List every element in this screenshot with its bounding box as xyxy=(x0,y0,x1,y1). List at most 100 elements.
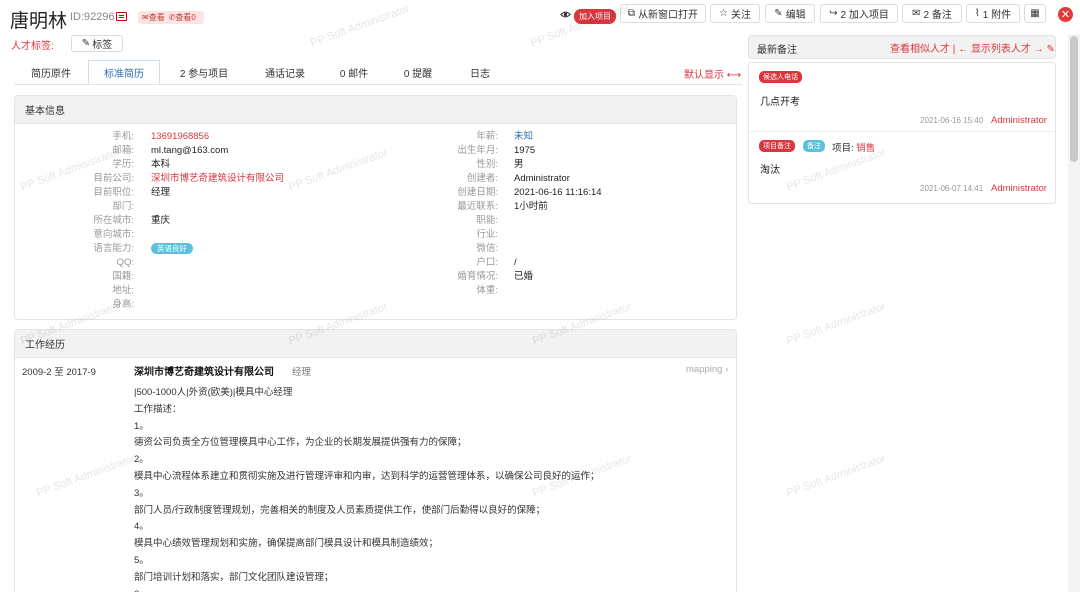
last-contact-value: 1小时前 xyxy=(514,201,548,212)
pencil-icon: ✎ xyxy=(774,8,783,19)
note-author[interactable]: Administrator xyxy=(991,183,1047,194)
open-new-window-button[interactable]: ⧉ 从新窗口打开 xyxy=(620,4,706,23)
grid-icon: ▦ xyxy=(1030,8,1040,19)
note-badge-phone: 候选人电话 xyxy=(759,71,802,83)
show-list-link[interactable]: 显示列表人才 xyxy=(971,44,1031,55)
phone-label: 手机: xyxy=(112,131,134,142)
tab-bar: 简历原件 标准简历 2 参与项目 通话记录 0 邮件 0 提醒 日志 xyxy=(14,60,510,84)
department-label: 部门: xyxy=(112,201,134,212)
desc-line: 部门人员/行政制度管理规划，完善相关的制度及人员素质提供工作，使部门后勤得以良好… xyxy=(134,504,546,516)
pencil-icon: ✎ xyxy=(81,38,91,49)
email-view-link[interactable]: ✉查看 xyxy=(142,13,165,22)
nationality-label: 国籍: xyxy=(112,271,134,282)
paperclip-icon: ⌇ xyxy=(974,8,980,19)
desc-line: 2。 xyxy=(134,454,149,466)
note-project: 项目: 销售 xyxy=(832,140,875,154)
join-project-badge[interactable]: 加入项目 xyxy=(574,9,616,24)
phone-view-link[interactable]: ✆查看0 xyxy=(169,13,196,22)
desc-line: 模具中心流程体系建立和贯彻实施及进行管理评审和内审，达到科学的运营管理体系，以确… xyxy=(134,470,600,482)
birth-value: 1975 xyxy=(514,145,536,156)
desc-line: |500-1000人|外资(欧美)|模具中心经理 xyxy=(134,387,293,398)
open-new-window-label: 从新窗口打开 xyxy=(638,10,699,21)
watermark: PP Soft Administrator xyxy=(785,452,888,500)
contact-badge[interactable]: ✉查看 ✆查看0 xyxy=(138,11,204,24)
basic-info-title: 基本信息 xyxy=(15,96,736,124)
follow-button[interactable]: ☆ 关注 xyxy=(710,4,760,23)
grid-view-button[interactable]: ▦ xyxy=(1024,4,1046,23)
wechat-label: 微信: xyxy=(476,243,498,254)
edit-label: 编辑 xyxy=(785,10,806,21)
desc-line: 3。 xyxy=(134,487,149,499)
comments-icon: ✉ xyxy=(912,8,921,19)
desc-line: 1。 xyxy=(134,420,149,432)
last-contact-label: 最近联系: xyxy=(457,201,498,212)
phone-value[interactable]: 13691968856 xyxy=(151,130,209,144)
default-view-toggle[interactable]: 默认显示 ⟷ xyxy=(684,66,741,81)
share-icon: ↪ xyxy=(829,8,838,19)
note-divider xyxy=(749,131,1055,132)
note-badge-project: 项目备注 xyxy=(759,140,795,152)
arrow-right-icon: → xyxy=(1033,44,1047,55)
eye-icon xyxy=(560,11,571,18)
current-position-value: 经理 xyxy=(151,187,171,198)
tab-log[interactable]: 日志 xyxy=(450,60,510,84)
note-text: 几点开考 xyxy=(760,97,800,108)
tag-button-label: 标签 xyxy=(92,40,113,51)
tab-original-resume[interactable]: 简历原件 xyxy=(14,60,88,84)
current-company-value[interactable]: 深圳市博艺奇建筑设计有限公司 xyxy=(151,172,284,186)
city-label: 所在城市: xyxy=(93,215,134,226)
close-icon[interactable]: ✕ xyxy=(1058,7,1073,22)
hukou-label: 户口: xyxy=(476,257,498,268)
mapping-link[interactable]: mapping › xyxy=(686,364,728,375)
candidate-name: 唐明林 xyxy=(10,11,68,32)
work-description: |500-1000人|外资(欧美)|模具中心经理 工作描述： 1。 德资公司负责… xyxy=(134,385,600,592)
note-author[interactable]: Administrator xyxy=(991,115,1047,126)
tab-standard-resume[interactable]: 标准简历 xyxy=(88,60,160,84)
current-company-label: 目前公司: xyxy=(93,173,134,184)
birth-label: 出生年月: xyxy=(457,145,498,156)
header: 唐明林 ID:92296 ✉查看 ✆查看0 加入项目 ⧉ 从新窗口打开 ☆ 关注 ✎ 编… xyxy=(0,0,1080,34)
tabs-divider xyxy=(14,84,742,85)
desc-line: 5。 xyxy=(134,554,149,566)
arrow-left-icon: | ← xyxy=(952,44,971,55)
attachments-button[interactable]: ⌇ 1 附件 xyxy=(966,4,1020,23)
join-project-button[interactable]: ↪ 2 加入项目 xyxy=(820,4,898,23)
scrollbar-thumb[interactable] xyxy=(1070,36,1078,162)
education-value: 本科 xyxy=(151,159,171,170)
id-card-icon[interactable] xyxy=(116,12,127,21)
tab-reminders[interactable]: 0 提醒 xyxy=(386,60,450,84)
education-label: 学历: xyxy=(112,159,134,170)
gender-value: 男 xyxy=(514,159,524,170)
desc-line: 6 xyxy=(134,587,600,592)
compose-icon[interactable]: ✎ xyxy=(1047,44,1055,55)
address-label: 地址: xyxy=(112,285,134,296)
tab-call-records[interactable]: 通话记录 xyxy=(248,60,322,84)
work-experience-title: 工作经历 xyxy=(15,330,736,358)
tab-projects[interactable]: 2 参与项目 xyxy=(160,60,248,84)
salary-label: 年薪: xyxy=(476,131,498,142)
notes-button[interactable]: ✉ 2 备注 xyxy=(902,4,962,23)
note-project-link[interactable]: 销售 xyxy=(856,143,875,154)
email-value[interactable]: ml.tang@163.com xyxy=(151,144,228,158)
language-label: 语言能力: xyxy=(93,243,134,254)
note-time: 2021-06-07 14:41 xyxy=(920,184,984,193)
marital-label: 婚育情况: xyxy=(457,271,498,282)
work-position: 经理 xyxy=(292,367,312,378)
function-label: 职能: xyxy=(476,215,498,226)
hukou-value: / xyxy=(514,257,517,268)
tag-button[interactable]: ✎ 标签 xyxy=(71,35,123,52)
note-badge-remark: 备注 xyxy=(803,140,825,152)
height-label: 身高: xyxy=(112,299,134,310)
edit-button[interactable]: ✎ 编辑 xyxy=(765,4,815,23)
tab-emails[interactable]: 0 邮件 xyxy=(322,60,386,84)
similar-talent-link[interactable]: 查看相似人才 xyxy=(890,44,950,55)
watermark: PP Soft Administrator xyxy=(785,300,888,348)
created-date-label: 创建日期: xyxy=(457,187,498,198)
notes-label: 2 备注 xyxy=(923,10,952,21)
city-value: 重庆 xyxy=(151,215,171,226)
note-time: 2021-06-16 15:40 xyxy=(920,116,984,125)
notes-links: 查看相似人才 | ← 显示列表人才 → ✎ xyxy=(890,40,1055,55)
star-icon: ☆ xyxy=(719,8,728,19)
note-text: 淘汰 xyxy=(760,165,780,176)
language-cell: 英语良好 xyxy=(151,242,193,256)
